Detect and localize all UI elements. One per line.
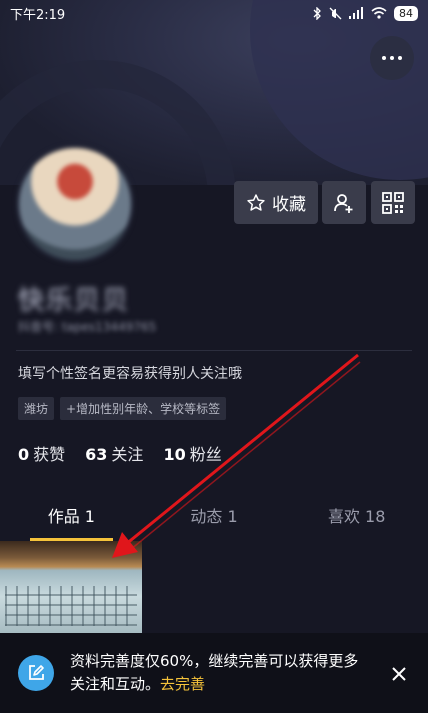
content-tabs: 作品 1 动态 1 喜欢 18 xyxy=(0,495,428,541)
complete-profile-link[interactable]: 去完善 xyxy=(160,675,205,693)
tab-activity[interactable]: 动态 1 xyxy=(143,495,286,541)
prompt-text: 资料完善度仅60%，继续完善可以获得更多关注和互动。 xyxy=(70,652,359,693)
stat-likes[interactable]: 0 获赞 xyxy=(18,441,65,465)
profile-tags: 潍坊 +增加性别年龄、学校等标签 xyxy=(18,397,227,420)
bluetooth-icon xyxy=(313,6,321,20)
divider xyxy=(16,350,412,351)
more-icon xyxy=(382,56,386,60)
battery-indicator: 84 xyxy=(394,5,418,21)
status-bar: 下午2:19 84 xyxy=(0,0,428,26)
tag-add-more[interactable]: +增加性别年龄、学校等标签 xyxy=(60,397,227,420)
tag-location[interactable]: 潍坊 xyxy=(18,397,55,420)
video-thumbnail[interactable] xyxy=(0,541,142,633)
status-time: 下午2:19 xyxy=(10,7,66,23)
prompt-message: 资料完善度仅60%，继续完善可以获得更多关注和互动。去完善 xyxy=(70,650,365,696)
close-prompt-button[interactable] xyxy=(388,663,410,685)
wifi-icon xyxy=(371,7,387,19)
add-friend-button[interactable] xyxy=(322,181,366,224)
mute-icon xyxy=(329,7,342,19)
profile-name: 快乐贝贝 xyxy=(18,286,131,316)
signal-icon xyxy=(349,7,363,19)
close-icon xyxy=(392,667,406,681)
tab-likes[interactable]: 喜欢 18 xyxy=(285,495,428,541)
favorites-label: 收藏 xyxy=(272,195,306,215)
completion-prompt: 资料完善度仅60%，继续完善可以获得更多关注和互动。去完善 xyxy=(0,633,428,713)
profile-uid: 抖音号: tapes13449765 xyxy=(18,320,157,334)
more-button[interactable] xyxy=(370,36,414,80)
edit-icon xyxy=(18,655,54,691)
bio-placeholder[interactable]: 填写个性签名更容易获得别人关注哦 xyxy=(18,363,242,383)
stats-row: 0 获赞 63 关注 10 粉丝 xyxy=(18,441,222,465)
favorites-button[interactable]: 收藏 xyxy=(234,181,318,224)
stat-following[interactable]: 63 关注 xyxy=(85,441,143,465)
add-friend-icon xyxy=(334,193,353,213)
qr-code-icon xyxy=(382,191,404,214)
avatar[interactable] xyxy=(16,145,134,263)
star-icon xyxy=(247,193,265,211)
stat-followers[interactable]: 10 粉丝 xyxy=(163,441,221,465)
qr-code-button[interactable] xyxy=(371,181,415,224)
tab-works[interactable]: 作品 1 xyxy=(0,495,143,541)
